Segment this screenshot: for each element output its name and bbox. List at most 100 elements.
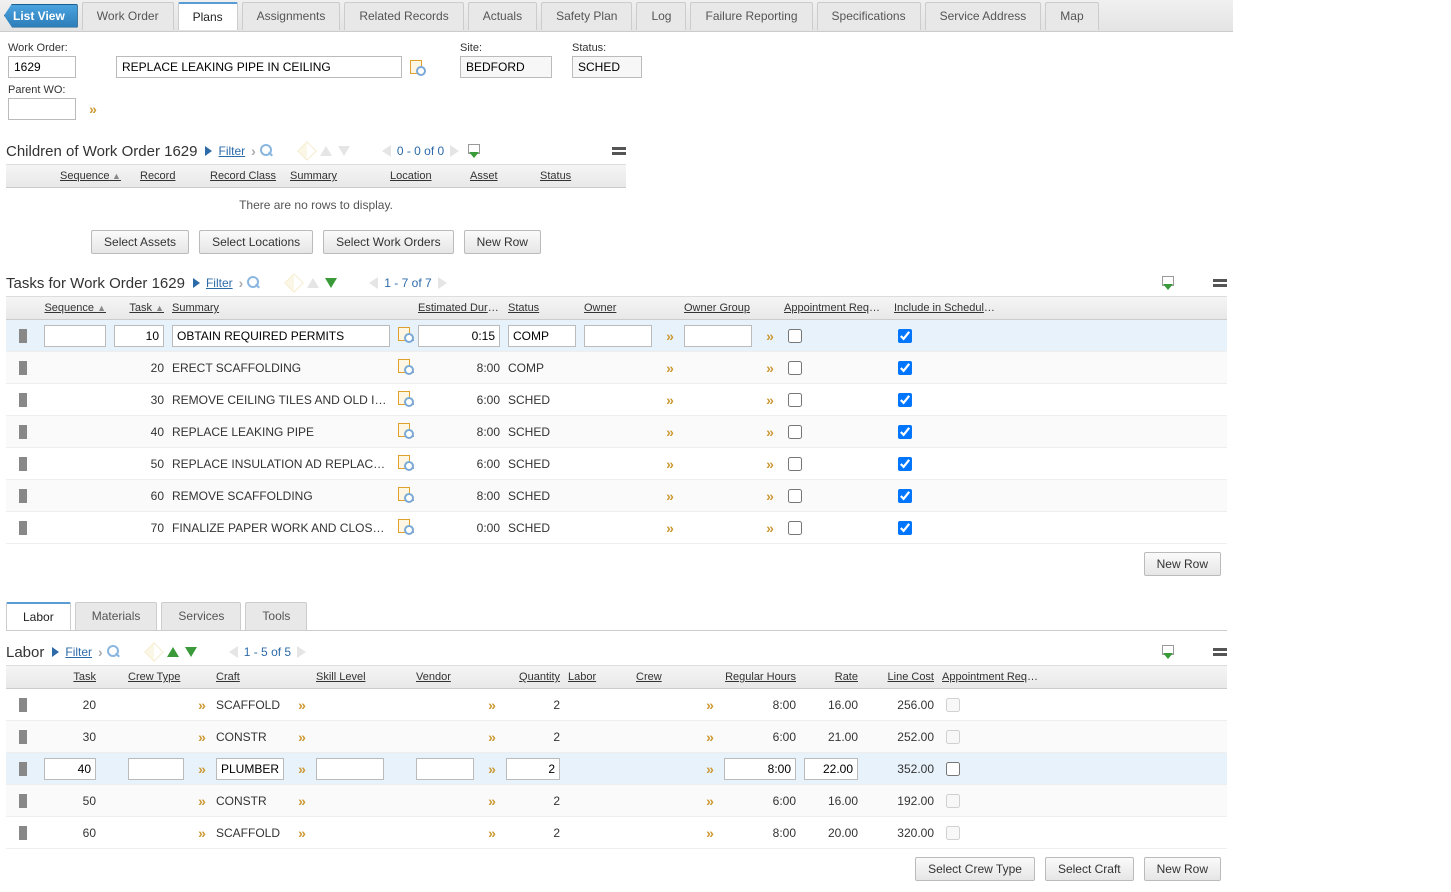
expand-icon[interactable] xyxy=(19,489,27,503)
expand-icon[interactable] xyxy=(19,521,27,535)
expand-icon[interactable] xyxy=(19,794,27,808)
subtab-tools[interactable]: Tools xyxy=(245,602,307,630)
col-task[interactable]: Task xyxy=(40,671,100,683)
detail-menu-icon[interactable] xyxy=(398,327,412,341)
expand-icon[interactable] xyxy=(19,457,27,471)
task-input[interactable] xyxy=(44,758,96,780)
sequence-input[interactable] xyxy=(44,325,106,347)
parent-wo-input[interactable] xyxy=(8,98,76,120)
chevron-icon[interactable]: » xyxy=(706,793,710,809)
search-icon[interactable] xyxy=(258,142,276,160)
tab-service-address[interactable]: Service Address xyxy=(925,2,1042,30)
expand-icon[interactable] xyxy=(19,826,27,840)
search-icon[interactable] xyxy=(105,643,123,661)
subtab-services[interactable]: Services xyxy=(161,602,241,630)
chevron-icon[interactable]: » xyxy=(666,424,670,440)
filter-link[interactable]: Filter xyxy=(206,276,233,290)
new-row-button[interactable]: New Row xyxy=(1144,857,1221,881)
task-input[interactable] xyxy=(114,325,164,347)
col-owner[interactable]: Owner xyxy=(580,302,656,314)
col-summary[interactable]: Summary xyxy=(286,170,386,182)
col-status[interactable]: Status xyxy=(536,170,606,182)
task-row[interactable]: 30REMOVE CEILING TILES AND OLD INSULATIO… xyxy=(6,384,1227,416)
expand-icon[interactable] xyxy=(19,329,27,343)
tasks-new-row-button[interactable]: New Row xyxy=(1144,552,1221,576)
chevron-icon[interactable]: » xyxy=(666,328,670,344)
include-schedule-checkbox[interactable] xyxy=(898,425,912,439)
craft-input[interactable] xyxy=(216,758,284,780)
col-appointment[interactable]: Appointment Required? xyxy=(938,671,1048,683)
col-crew[interactable]: Crew xyxy=(632,671,696,683)
duration-input[interactable] xyxy=(418,325,500,347)
crewtype-input[interactable] xyxy=(128,758,184,780)
labor-row[interactable]: 20»SCAFFOLD»»2»8:0016.00256.00 xyxy=(6,689,1227,721)
task-row[interactable]: »» xyxy=(6,320,1227,352)
chevron-icon[interactable]: » xyxy=(666,488,670,504)
include-schedule-checkbox[interactable] xyxy=(898,457,912,471)
chevron-icon[interactable]: » xyxy=(766,488,770,504)
appointment-checkbox[interactable] xyxy=(788,361,802,375)
download-icon[interactable] xyxy=(465,142,483,160)
skill-input[interactable] xyxy=(316,758,384,780)
chevron-icon[interactable]: » xyxy=(766,360,770,376)
chevron-icon[interactable]: » xyxy=(766,520,770,536)
include-schedule-checkbox[interactable] xyxy=(898,521,912,535)
col-task[interactable]: Task ▲ xyxy=(110,302,168,314)
chevron-icon[interactable]: » xyxy=(488,697,492,713)
new-row-button[interactable]: New Row xyxy=(464,230,541,254)
col-crew-type[interactable]: Crew Type xyxy=(124,671,188,683)
select-assets-button[interactable]: Select Assets xyxy=(91,230,189,254)
chevron-icon[interactable]: » xyxy=(198,793,202,809)
filter-play-icon[interactable] xyxy=(52,647,59,657)
task-row[interactable]: 50REPLACE INSULATION AD REPLACE CEILING … xyxy=(6,448,1227,480)
tab-safety-plan[interactable]: Safety Plan xyxy=(541,2,632,30)
download-icon[interactable] xyxy=(1159,274,1177,292)
filter-chevron-icon[interactable]: › xyxy=(98,644,99,660)
owner-input[interactable] xyxy=(584,325,652,347)
chevron-icon[interactable]: » xyxy=(488,729,492,745)
chevron-icon[interactable]: » xyxy=(766,328,770,344)
download-icon[interactable] xyxy=(1159,643,1177,661)
task-row[interactable]: 20ERECT SCAFFOLDING8:00COMP»» xyxy=(6,352,1227,384)
task-row[interactable]: 40REPLACE LEAKING PIPE8:00SCHED»» xyxy=(6,416,1227,448)
chevron-icon[interactable]: » xyxy=(298,761,302,777)
task-row[interactable]: 70FINALIZE PAPER WORK AND CLOSE WORK ORD… xyxy=(6,512,1227,544)
tab-map[interactable]: Map xyxy=(1045,2,1098,30)
select-craft-button[interactable]: Select Craft xyxy=(1045,857,1134,881)
select-locations-button[interactable]: Select Locations xyxy=(199,230,313,254)
vendor-input[interactable] xyxy=(416,758,474,780)
col-sequence[interactable]: Sequence ▲ xyxy=(40,302,110,314)
col-quantity[interactable]: Quantity xyxy=(502,671,564,683)
col-summary[interactable]: Summary xyxy=(168,302,394,314)
detail-menu-icon[interactable] xyxy=(398,423,412,437)
tab-related-records[interactable]: Related Records xyxy=(344,2,463,30)
appointment-checkbox[interactable] xyxy=(788,521,802,535)
labor-row[interactable]: 50»CONSTR»»2»6:0016.00192.00 xyxy=(6,785,1227,817)
chevron-icon[interactable]: » xyxy=(666,520,670,536)
col-include-schedule[interactable]: Include in Schedule? xyxy=(890,302,1000,314)
chevron-detail-icon[interactable]: » xyxy=(82,100,100,118)
col-record[interactable]: Record xyxy=(136,170,206,182)
col-location[interactable]: Location xyxy=(386,170,466,182)
wo-number-input[interactable] xyxy=(8,56,76,78)
detail-menu-icon[interactable] xyxy=(398,455,412,469)
col-line-cost[interactable]: Line Cost xyxy=(862,671,938,683)
expand-icon[interactable] xyxy=(19,393,27,407)
col-vendor[interactable]: Vendor xyxy=(412,671,478,683)
include-schedule-checkbox[interactable] xyxy=(898,329,912,343)
select-work-orders-button[interactable]: Select Work Orders xyxy=(323,230,453,254)
chevron-icon[interactable]: » xyxy=(298,729,302,745)
include-schedule-checkbox[interactable] xyxy=(898,393,912,407)
detail-menu-icon[interactable] xyxy=(398,391,412,405)
list-view-button[interactable]: List View xyxy=(4,4,78,28)
include-schedule-checkbox[interactable] xyxy=(898,489,912,503)
arrow-down-active-icon[interactable] xyxy=(185,647,197,657)
chevron-icon[interactable]: » xyxy=(198,729,202,745)
col-sequence[interactable]: Sequence ▲ xyxy=(56,170,136,182)
subtab-materials[interactable]: Materials xyxy=(75,602,158,630)
appointment-checkbox[interactable] xyxy=(788,489,802,503)
rate-input[interactable] xyxy=(804,758,858,780)
chevron-icon[interactable]: » xyxy=(488,825,492,841)
col-rate[interactable]: Rate xyxy=(800,671,862,683)
search-icon[interactable] xyxy=(245,274,263,292)
